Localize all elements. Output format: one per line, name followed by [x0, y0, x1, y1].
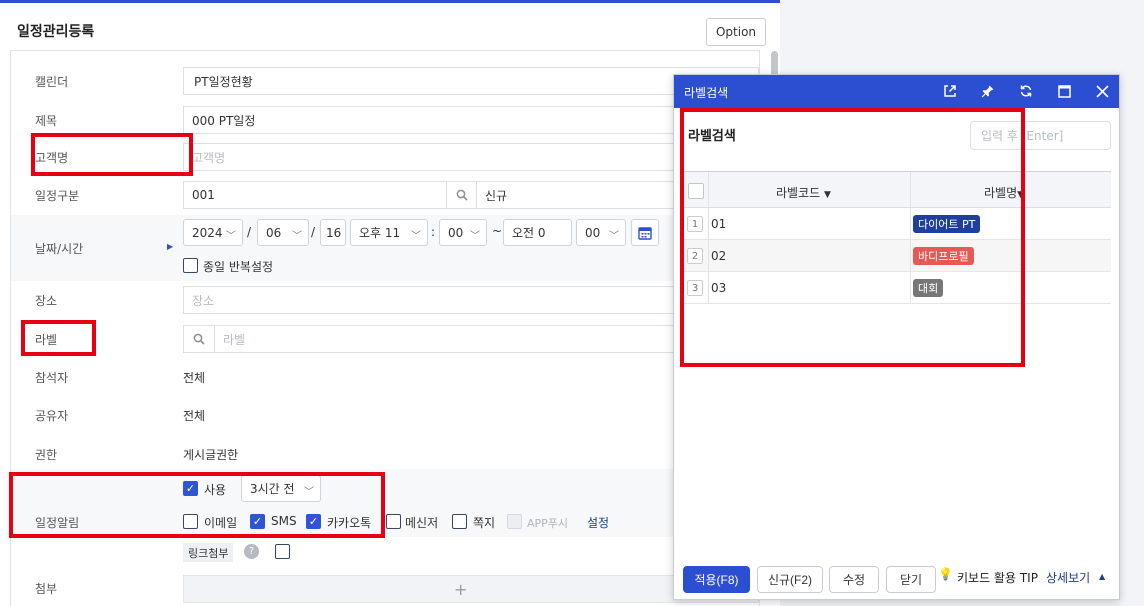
category-code-input[interactable]: 001 [183, 181, 447, 209]
chevron-down-icon: ﹀ [411, 231, 421, 242]
popout-icon[interactable] [940, 81, 960, 101]
refresh-icon[interactable] [1016, 81, 1036, 101]
alarm-app-push-label: APP푸시 [527, 517, 569, 530]
highlight-alarm [9, 472, 385, 538]
row-permission: 권한 게시글권한 [11, 442, 759, 466]
attendees-label: 참석자 [35, 370, 69, 385]
highlight-label [21, 320, 96, 356]
tip-detail-link[interactable]: 상세보기 [1046, 569, 1090, 586]
end-hour-value: 오전 0 [512, 226, 546, 240]
alarm-app-push-checkbox [507, 514, 522, 529]
plus-icon: + [454, 579, 468, 599]
label-placeholder: 라벨 [223, 332, 246, 347]
chevron-down-icon: ﹀ [609, 231, 619, 242]
end-hour-select[interactable]: 오전 0 [503, 219, 572, 246]
time-colon: : [431, 225, 436, 239]
day-input[interactable]: 16 [320, 219, 346, 246]
alarm-settings-link[interactable]: 설정 [587, 514, 609, 531]
year-select[interactable]: 2024 ﹀ [183, 219, 243, 246]
alarm-note-checkbox[interactable] [452, 514, 467, 529]
subject-label: 제목 [35, 113, 58, 128]
datetime-label: 날짜/시간 [35, 242, 84, 256]
repeat-checkbox[interactable] [183, 258, 198, 273]
calendar-value: PT일정현황 [194, 74, 253, 89]
range-tilde: ~ [492, 224, 503, 238]
highlight-popup-grid [680, 108, 1025, 367]
attach-label: 첨부 [35, 581, 58, 596]
row-calendar: 캘린더 PT일정현황 [11, 66, 759, 96]
search-icon [456, 189, 468, 201]
popup-header: 라벨검색 [674, 75, 1119, 108]
row-link: 링크첨부 ? [11, 540, 759, 566]
new-button[interactable]: 신규(F2) [757, 566, 823, 593]
month-select[interactable]: 06 ﹀ [257, 219, 309, 246]
row-datetime: 날짜/시간 ▶ 2024 ﹀ / 06 ﹀ / 16 오후 11 ﹀ : 00 ﹀ ~ … [11, 215, 759, 281]
chevron-down-icon: ﹀ [226, 231, 236, 242]
alarm-note-label: 쪽지 [473, 516, 496, 530]
subject-value: 000 PT일정 [192, 113, 256, 128]
row-label: 라벨 라벨 [11, 324, 759, 354]
permission-label: 권한 [35, 447, 58, 462]
calendar-picker-button[interactable] [631, 219, 659, 246]
chevron-down-icon: ﹀ [292, 231, 302, 242]
close-button[interactable]: 닫기 [886, 566, 936, 593]
calendar-label: 캘린더 [35, 74, 69, 89]
attendees-value[interactable]: 전체 [183, 369, 205, 386]
month-value: 06 [266, 225, 282, 240]
category-label: 일정구분 [35, 188, 80, 203]
date-separator: / [311, 225, 316, 239]
row-sharers: 공유자 전체 [11, 403, 759, 427]
category-search-button[interactable] [447, 181, 477, 209]
maximize-icon[interactable] [1054, 81, 1074, 101]
main-panel: 일정관리등록 Option 캘린더 PT일정현황 제목 000 PT일정 고객명… [0, 0, 780, 606]
tip-label: 키보드 활용 TIP [957, 571, 1038, 585]
sharers-value[interactable]: 전체 [183, 407, 205, 424]
customer-placeholder: 고객명 [192, 150, 226, 165]
start-hour-select[interactable]: 오후 11 ﹀ [350, 219, 428, 246]
lightbulb-icon: 💡 [938, 567, 953, 581]
label-search-popup: 라벨검색 라벨검색 입력 후 [Enter] 라벨코드 ▼ 라벨명▼ 1 01 … [673, 74, 1120, 600]
highlight-customer [31, 133, 193, 176]
category-name: 신규 [485, 188, 508, 203]
row-category: 일정구분 001 신규 [11, 180, 759, 210]
label-search-button[interactable] [183, 325, 215, 353]
start-hour-value: 오후 11 [359, 226, 401, 240]
end-min-select[interactable]: 00 ﹀ [576, 219, 626, 246]
calendar-icon [638, 226, 652, 240]
link-attach-checkbox[interactable] [275, 544, 290, 559]
apply-button[interactable]: 적용(F8) [683, 566, 750, 593]
date-separator: / [247, 225, 252, 239]
alarm-messenger-checkbox[interactable] [386, 514, 401, 529]
expand-arrow-icon[interactable]: ▶ [167, 242, 173, 251]
close-icon[interactable] [1092, 81, 1112, 101]
permission-value[interactable]: 게시글권한 [183, 446, 238, 463]
year-value: 2024 [192, 225, 223, 240]
help-icon[interactable]: ? [244, 544, 259, 559]
start-min-select[interactable]: 00 ﹀ [439, 219, 487, 246]
link-attach-label: 링크첨부 [183, 543, 234, 562]
alarm-messenger-label: 메신저 [405, 516, 439, 530]
start-min-value: 00 [448, 225, 464, 240]
caret-up-icon[interactable]: ▲ [1099, 572, 1105, 581]
repeat-label: 종일 반복설정 [203, 260, 274, 274]
end-min-value: 00 [585, 225, 601, 240]
row-attendees: 참석자 전체 [11, 365, 759, 389]
search-icon [193, 333, 205, 345]
place-placeholder: 장소 [192, 293, 215, 308]
category-code: 001 [192, 188, 215, 202]
popup-title: 라벨검색 [684, 86, 729, 100]
page-title: 일정관리등록 [17, 24, 95, 40]
option-button[interactable]: Option [706, 18, 766, 46]
chevron-down-icon: ﹀ [470, 231, 480, 242]
row-place: 장소 장소 [11, 285, 759, 315]
row-subject: 제목 000 PT일정 [11, 105, 759, 135]
sharers-label: 공유자 [35, 408, 69, 423]
day-value: 16 [326, 225, 342, 240]
pin-icon[interactable] [978, 81, 998, 101]
row-attach: 첨부 + [11, 573, 759, 603]
edit-button[interactable]: 수정 [829, 566, 879, 593]
place-label: 장소 [35, 293, 58, 308]
